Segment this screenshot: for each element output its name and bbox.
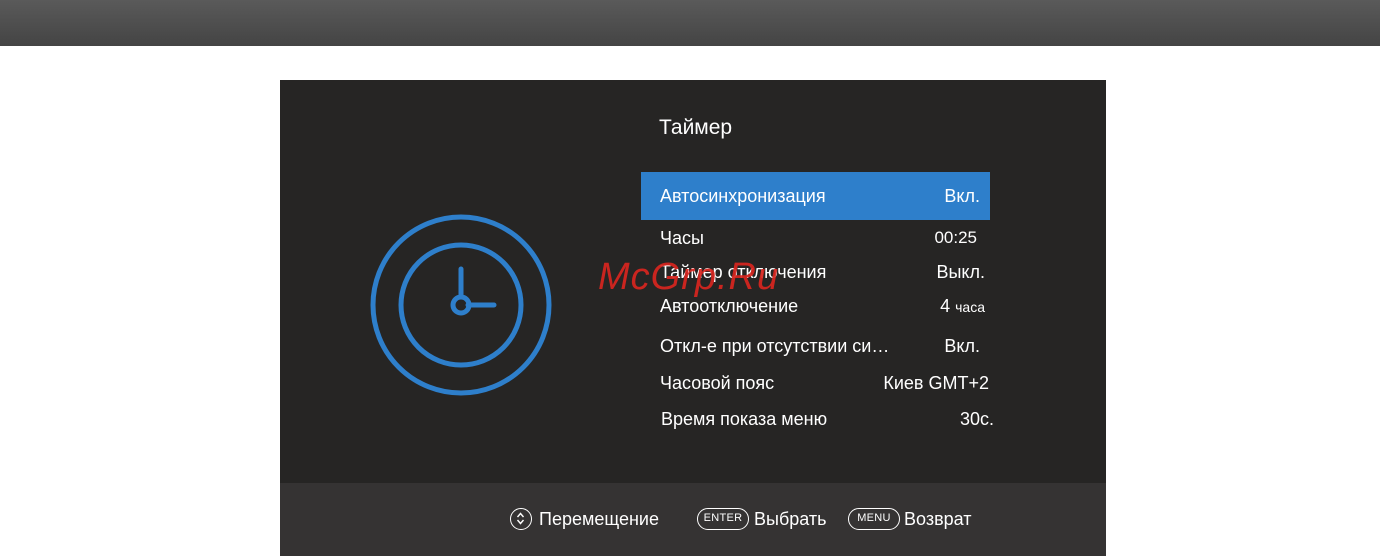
select-hint-label: Выбрать: [754, 509, 827, 529]
move-hint: Перемещение: [510, 508, 680, 530]
menu-item-label: Время показа меню: [661, 409, 828, 429]
menu-title: Таймер: [659, 116, 733, 139]
watermark: McGrp.Ru: [598, 256, 780, 298]
clock-icon: [370, 214, 552, 396]
auto-off-hours: 4: [940, 296, 951, 316]
top-bar: [0, 0, 1380, 46]
back-hint: MENU Возврат: [848, 508, 988, 530]
menu-item-value: 30с.: [959, 409, 994, 429]
menu-key-icon: MENU: [848, 508, 900, 530]
up-down-arrows-icon: [510, 508, 532, 530]
menu-item-auto-sync[interactable]: Автосинхронизация Вкл.: [641, 172, 990, 220]
menu-item-value: Вкл.: [944, 186, 980, 206]
menu-item-menu-timeout[interactable]: Время показа меню 30с.: [641, 395, 994, 443]
move-hint-label: Перемещение: [539, 509, 659, 529]
auto-off-unit: часа: [955, 299, 985, 315]
enter-key-icon: ENTER: [697, 508, 749, 530]
footer-hints: Перемещение ENTER Выбрать MENU Возврат: [280, 483, 1106, 556]
tv-menu-screen: Таймер Автосинхронизация Вкл. Часы 00:25…: [280, 80, 1106, 556]
menu-item-label: Автосинхронизация: [660, 186, 826, 206]
select-hint: ENTER Выбрать: [697, 508, 847, 530]
back-hint-label: Возврат: [904, 509, 972, 529]
